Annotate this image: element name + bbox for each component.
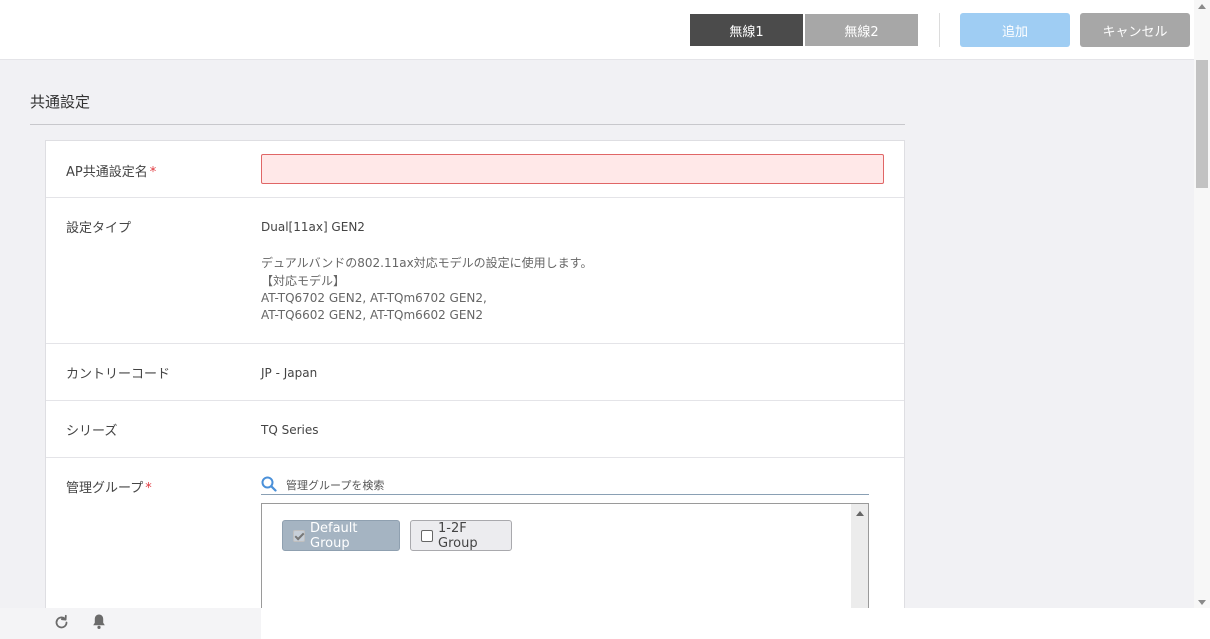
scroll-up-arrow-icon[interactable] <box>856 511 864 516</box>
search-icon <box>261 476 277 492</box>
name-label: AP共通設定名 * <box>66 165 157 180</box>
bell-icon[interactable] <box>91 613 107 630</box>
description-line: AT-TQ6702 GEN2, AT-TQm6702 GEN2, <box>261 291 487 305</box>
series-label: シリーズ <box>66 424 118 439</box>
description-line: デュアルバンドの802.11ax対応モデルの設定に使用します。 <box>261 256 593 270</box>
bottom-bar-left <box>0 608 261 639</box>
row-setting-type: 設定タイプ Dual[11ax] GEN2 デュアルバンドの802.11ax対応… <box>46 198 904 344</box>
group-search-placeholder: 管理グループを検索 <box>286 479 385 492</box>
group-chip-label: 1-2F Group <box>438 520 478 551</box>
tab-wireless-1[interactable]: 無線1 <box>690 14 803 46</box>
checkbox-unchecked-icon <box>421 529 433 542</box>
group-chip-1-2f[interactable]: 1-2F Group <box>410 520 512 551</box>
scroll-up-arrow-icon[interactable] <box>1198 4 1206 9</box>
tab-wireless-2[interactable]: 無線2 <box>805 14 918 46</box>
group-chip-label: Default Group <box>310 520 358 551</box>
row-series: シリーズ TQ Series <box>46 401 904 458</box>
toolbar-divider <box>939 13 940 47</box>
management-group-label: 管理グループ * <box>66 481 152 496</box>
settings-form: AP共通設定名 * 設定タイプ Dual[11ax] GEN2 デュアルバンドの8… <box>45 140 905 639</box>
group-search-field[interactable]: 管理グループを検索 <box>261 475 869 495</box>
row-name: AP共通設定名 * <box>46 141 904 198</box>
setting-type-description: デュアルバンドの802.11ax対応モデルの設定に使用します。 【対応モデル】 … <box>261 254 593 324</box>
row-country-code: カントリーコード JP - Japan <box>46 344 904 401</box>
country-code-value: JP - Japan <box>261 366 318 380</box>
checkbox-checked-icon <box>293 529 305 542</box>
add-button[interactable]: 追加 <box>960 13 1070 47</box>
scroll-down-arrow-icon[interactable] <box>1198 600 1206 605</box>
country-code-label: カントリーコード <box>66 367 171 382</box>
group-chip-default[interactable]: Default Group <box>282 520 400 551</box>
ap-common-setting-name-input[interactable] <box>261 154 884 184</box>
series-value: TQ Series <box>261 423 319 437</box>
section-divider <box>30 124 905 125</box>
description-line: AT-TQ6602 GEN2, AT-TQm6602 GEN2 <box>261 308 484 322</box>
setting-type-label: 設定タイプ <box>66 221 132 236</box>
setting-type-value: Dual[11ax] GEN2 <box>261 220 365 234</box>
description-line: 【対応モデル】 <box>261 274 346 288</box>
section-title: 共通設定 <box>30 93 91 111</box>
refresh-icon[interactable] <box>53 614 70 631</box>
cancel-button[interactable]: キャンセル <box>1080 13 1190 47</box>
required-mark: * <box>149 165 157 180</box>
required-mark: * <box>145 481 152 496</box>
top-toolbar: 無線1 無線2 追加 キャンセル <box>0 0 1210 60</box>
page-scrollbar[interactable] <box>1194 0 1210 608</box>
scrollbar-thumb[interactable] <box>1196 60 1208 188</box>
